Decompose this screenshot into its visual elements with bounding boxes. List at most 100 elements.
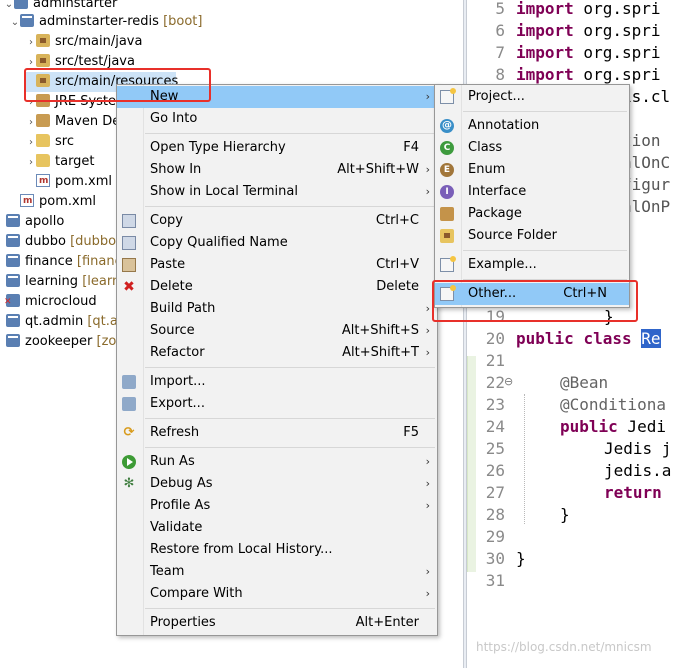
menu-item-debug-as[interactable]: ✻ Debug As › [117,473,437,495]
tree-item-adminstarter-redis[interactable]: ⌄ adminstarter-redis [boot] [10,12,202,32]
submenu-item-enum[interactable]: E Enum [435,159,629,181]
menu-item-profile-as[interactable]: Profile As › [117,495,437,517]
paste-icon [122,258,136,272]
folder-icon [36,154,50,167]
project-icon [6,254,20,267]
menu-item-go-into[interactable]: Go Into [117,108,437,130]
maven-pom-icon [20,191,34,211]
annotation-icon: @ [440,119,454,133]
submenu-item-interface[interactable]: I Interface [435,181,629,203]
code-line: import org.spri [516,0,661,18]
expand-arrow-icon[interactable]: › [26,113,36,133]
expand-arrow-icon[interactable]: › [26,33,36,53]
fold-toggle-icon[interactable]: ⊖ [504,375,513,388]
submenu-item-project[interactable]: Project... [435,86,629,108]
tree-item-src-main-java[interactable]: › src/main/java [26,32,142,52]
submenu-item-source-folder[interactable]: Source Folder [435,225,629,247]
menu-separator [463,111,627,112]
tree-item-maven-dependencies[interactable]: › Maven De [26,112,120,132]
expand-arrow-icon[interactable]: › [26,133,36,153]
code-line: @Bean [560,373,609,392]
line-number: 19 [485,307,505,326]
other-wizard-icon [440,285,456,301]
code-line: } [604,307,614,326]
tree-item-zookeeper[interactable]: zookeeper [zoo [6,332,124,352]
expand-arrow-icon[interactable]: › [26,93,36,113]
menu-item-delete[interactable]: ✖ Delete Delete [117,276,437,298]
menu-item-validate[interactable]: Validate [117,517,437,539]
line-number: 6 [495,21,505,40]
menu-item-compare-with[interactable]: Compare With › [117,583,437,605]
code-line: Jedis j [604,439,672,458]
tree-item-finance[interactable]: finance [finance [6,252,130,272]
folder-icon [36,134,50,147]
tree-item-target[interactable]: › target [26,152,95,172]
submenu-item-other[interactable]: Other... Ctrl+N [435,283,629,305]
menu-item-show-in-local-terminal[interactable]: Show in Local Terminal › [117,181,437,203]
tree-item-jre-system[interactable]: › JRE Syste [26,92,116,112]
copy-icon [122,214,136,228]
tree-item-microcloud[interactable]: microcloud [4,292,97,312]
tree-item-src[interactable]: › src [26,132,74,152]
maven-pom-icon [36,171,50,191]
menu-separator [463,250,627,251]
collapse-arrow-icon[interactable]: ⌄ [10,13,20,33]
tree-item-dubbo[interactable]: dubbo [dubbo [6,232,116,252]
tree-item-pom-xml-inner[interactable]: pom.xml [36,171,112,192]
menu-item-open-type-hierarchy[interactable]: Open Type Hierarchy F4 [117,137,437,159]
source-folder-icon [36,74,50,87]
menu-item-import[interactable]: Import... [117,371,437,393]
new-submenu: Project... @ Annotation C Class E Enum I… [434,84,630,308]
tree-item-apollo[interactable]: apollo [6,212,64,232]
menu-item-copy-qualified-name[interactable]: Copy Qualified Name [117,232,437,254]
code-line: jedis.a [604,461,672,480]
menu-item-refresh[interactable]: ⟳ Refresh F5 [117,422,437,444]
menu-item-run-as[interactable]: Run As › [117,451,437,473]
tree-item-qt-admin[interactable]: qt.admin [qt.ad [6,312,126,332]
menu-item-properties[interactable]: Properties Alt+Enter [117,612,437,634]
project-icon [6,334,20,347]
export-icon [122,397,136,411]
package-icon [440,207,454,221]
submenu-item-package[interactable]: Package [435,203,629,225]
code-line: } [560,505,570,524]
expand-arrow-icon[interactable]: › [26,153,36,173]
submenu-item-annotation[interactable]: @ Annotation [435,115,629,137]
menu-item-copy[interactable]: Copy Ctrl+C [117,210,437,232]
project-icon [6,234,20,247]
menu-item-refactor[interactable]: Refactor Alt+Shift+T › [117,342,437,364]
tree-item-src-test-java[interactable]: › src/test/java [26,52,135,72]
line-number: 29 [485,527,505,546]
tree-item-learning[interactable]: learning [learni [6,272,124,292]
watermark-text: https://blog.csdn.net/mnicsm [476,640,652,654]
submenu-arrow-icon: › [425,565,430,578]
menu-item-source[interactable]: Source Alt+Shift+S › [117,320,437,342]
project-icon [20,14,34,27]
example-icon [440,256,456,272]
submenu-arrow-icon: › [425,477,430,490]
menu-item-export[interactable]: Export... [117,393,437,415]
project-icon [14,0,28,9]
submenu-arrow-icon: › [425,346,430,359]
menu-item-team[interactable]: Team › [117,561,437,583]
menu-item-build-path[interactable]: Build Path › [117,298,437,320]
new-project-icon [440,88,456,104]
menu-item-new[interactable]: New › [117,86,437,108]
project-icon [6,314,20,327]
submenu-item-class[interactable]: C Class [435,137,629,159]
submenu-arrow-icon: › [425,499,430,512]
expand-arrow-icon[interactable]: › [26,53,36,73]
context-menu: New › Go Into Open Type Hierarchy F4 Sho… [116,84,438,636]
submenu-arrow-icon: › [425,324,430,337]
menu-separator [145,608,435,609]
code-line: public Jedi [560,417,666,436]
selected-identifier[interactable]: Re [641,329,661,348]
menu-item-show-in[interactable]: Show In Alt+Shift+W › [117,159,437,181]
submenu-item-example[interactable]: Example... [435,254,629,276]
menu-item-restore-local-history[interactable]: Restore from Local History... [117,539,437,561]
line-number: 7 [495,43,505,62]
tree-item-pom-xml[interactable]: pom.xml [20,191,96,212]
delete-icon: ✖ [123,279,135,295]
menu-item-paste[interactable]: Paste Ctrl+V [117,254,437,276]
project-icon [6,214,20,227]
